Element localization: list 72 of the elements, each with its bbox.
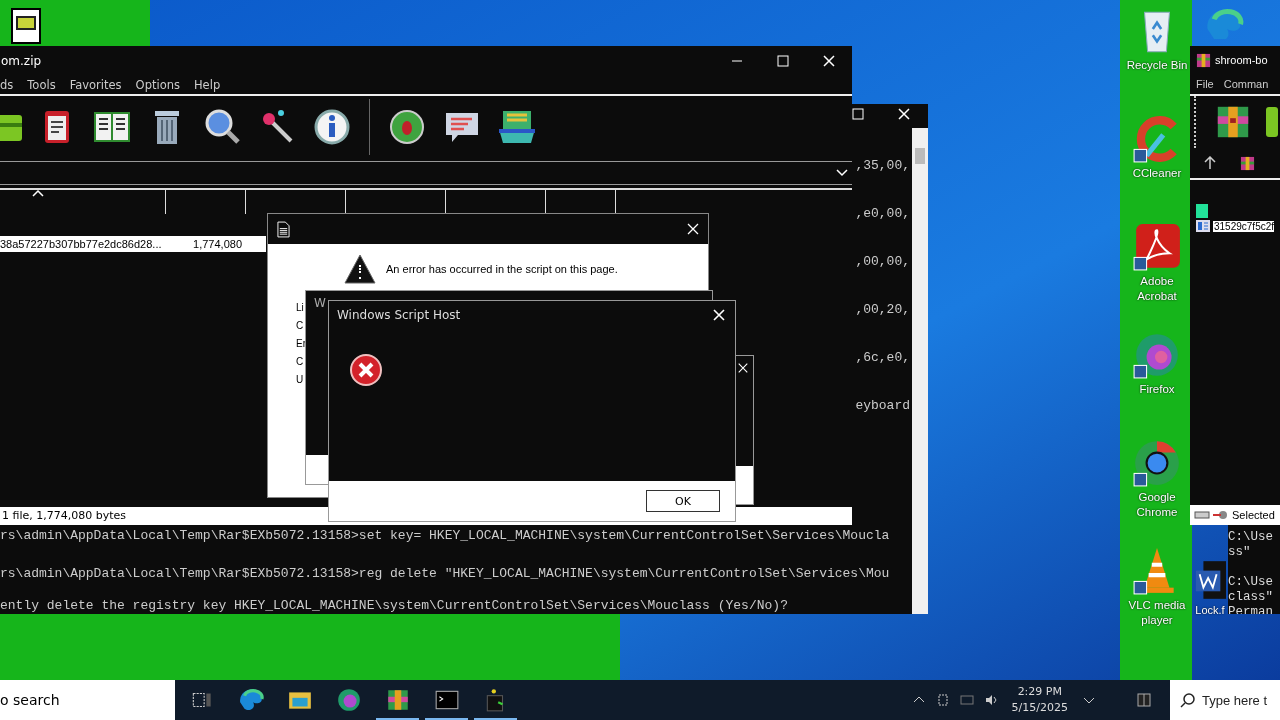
wave-icon <box>237 687 264 713</box>
console-text: eyboard <box>855 398 910 414</box>
menu-item[interactable]: Favorites <box>69 78 122 92</box>
search-field[interactable]: Type here t <box>1170 680 1280 720</box>
menu-item[interactable]: Help <box>193 78 221 92</box>
menu-item[interactable]: File <box>1196 78 1214 90</box>
field-label: U <box>296 373 304 387</box>
search-placeholder: Type here t <box>1202 692 1268 708</box>
menu-item[interactable]: Tools <box>27 78 56 92</box>
dialog-title: W <box>314 296 326 310</box>
error-message: An error has occurred in the script on this page. <box>386 263 618 275</box>
menu-item[interactable]: Options <box>135 78 180 92</box>
close-button[interactable] <box>686 222 700 236</box>
window-title: shroom-bo <box>1215 54 1268 66</box>
speaker-icon[interactable] <box>983 693 998 707</box>
wave-icon <box>1204 6 1244 39</box>
globe-icon <box>1132 438 1182 488</box>
clock-date[interactable]: 5/15/2025 <box>1011 700 1068 716</box>
document-icon <box>1194 559 1226 601</box>
search-field[interactable]: o search <box>0 680 175 720</box>
console-line: C:\Use <box>1228 530 1274 545</box>
archive-icon <box>1240 155 1255 171</box>
dialog-title: Windows Script Host <box>337 308 461 322</box>
pdf-icon <box>1132 222 1182 272</box>
menu-item[interactable]: Comman <box>1223 78 1269 90</box>
field-label: Li <box>296 301 304 315</box>
scrollbar-thumb[interactable] <box>915 148 925 164</box>
console-text: ,e0,00, <box>855 206 910 222</box>
up-arrow-icon[interactable] <box>1204 156 1216 170</box>
address-bar[interactable] <box>0 161 852 185</box>
file-row[interactable]: 38a57227b307bb77e2dc86d28... 1,774,080 <box>0 236 266 252</box>
console-line: class" <box>1228 590 1274 605</box>
field-label: C <box>296 355 304 369</box>
chevron-down-icon[interactable] <box>836 169 848 177</box>
desktop-shortcut[interactable]: Lock.f <box>1194 559 1226 618</box>
console-line: C:\Use <box>1228 575 1274 590</box>
file-icon[interactable] <box>10 8 42 44</box>
sort-caret-icon <box>32 190 44 197</box>
key-icon <box>1213 510 1229 520</box>
bug-icon[interactable] <box>387 107 427 147</box>
close-button[interactable] <box>737 362 749 374</box>
ok-button[interactable]: OK <box>646 490 720 512</box>
network-icon[interactable] <box>935 693 950 707</box>
warning-icon <box>344 253 376 285</box>
scrollbar[interactable] <box>912 128 928 614</box>
field-label: Er <box>296 337 306 351</box>
status-text: Selected <box>1232 509 1275 521</box>
window-title: om.zip <box>0 54 42 68</box>
console-line: ss" <box>1228 545 1252 560</box>
globe-icon <box>335 687 362 713</box>
menu-item[interactable]: ds <box>0 78 14 92</box>
keyboard-icon <box>1194 510 1210 520</box>
file-name: 38a57227b307bb77e2dc86d28... <box>0 237 162 252</box>
notification-icon[interactable] <box>1136 692 1152 708</box>
close-button[interactable] <box>711 307 727 323</box>
file-size: 1,774,080 <box>192 237 243 252</box>
file-name[interactable]: 31529c7f5c2f <box>1213 220 1275 232</box>
console-line: ently delete the registry key HKEY_LOCAL_MACHINE\system\CurrentControlSet\Services\Mouclass (Yes/No)? <box>0 598 789 614</box>
search-icon <box>1180 692 1196 708</box>
console-text: ,35,00, <box>855 158 910 174</box>
console-text: ,00,00, <box>855 254 910 270</box>
console-line: rs\admin\AppData\Local\Temp\Rar$EXb5072.13158>reg delete "HKEY_LOCAL_MACHINE\system\CurrentControlSet\Services\Mou <box>0 566 891 582</box>
document-icon <box>277 220 290 238</box>
info-icon[interactable] <box>312 107 352 147</box>
clock-time[interactable]: 2:29 PM <box>1017 684 1062 700</box>
console-text: ,00,20, <box>855 302 910 318</box>
console-text: ,6c,e0, <box>855 350 910 366</box>
file-icon <box>1196 220 1210 232</box>
error-icon <box>349 353 383 387</box>
console-line: rs\admin\AppData\Local\Temp\Rar$EXb5072.13158>set key= HKEY_LOCAL_MACHINE\system\CurrentControlSet\Services\Moucla <box>0 528 891 544</box>
archive-icon <box>1196 52 1211 68</box>
field-label: C <box>296 319 304 333</box>
